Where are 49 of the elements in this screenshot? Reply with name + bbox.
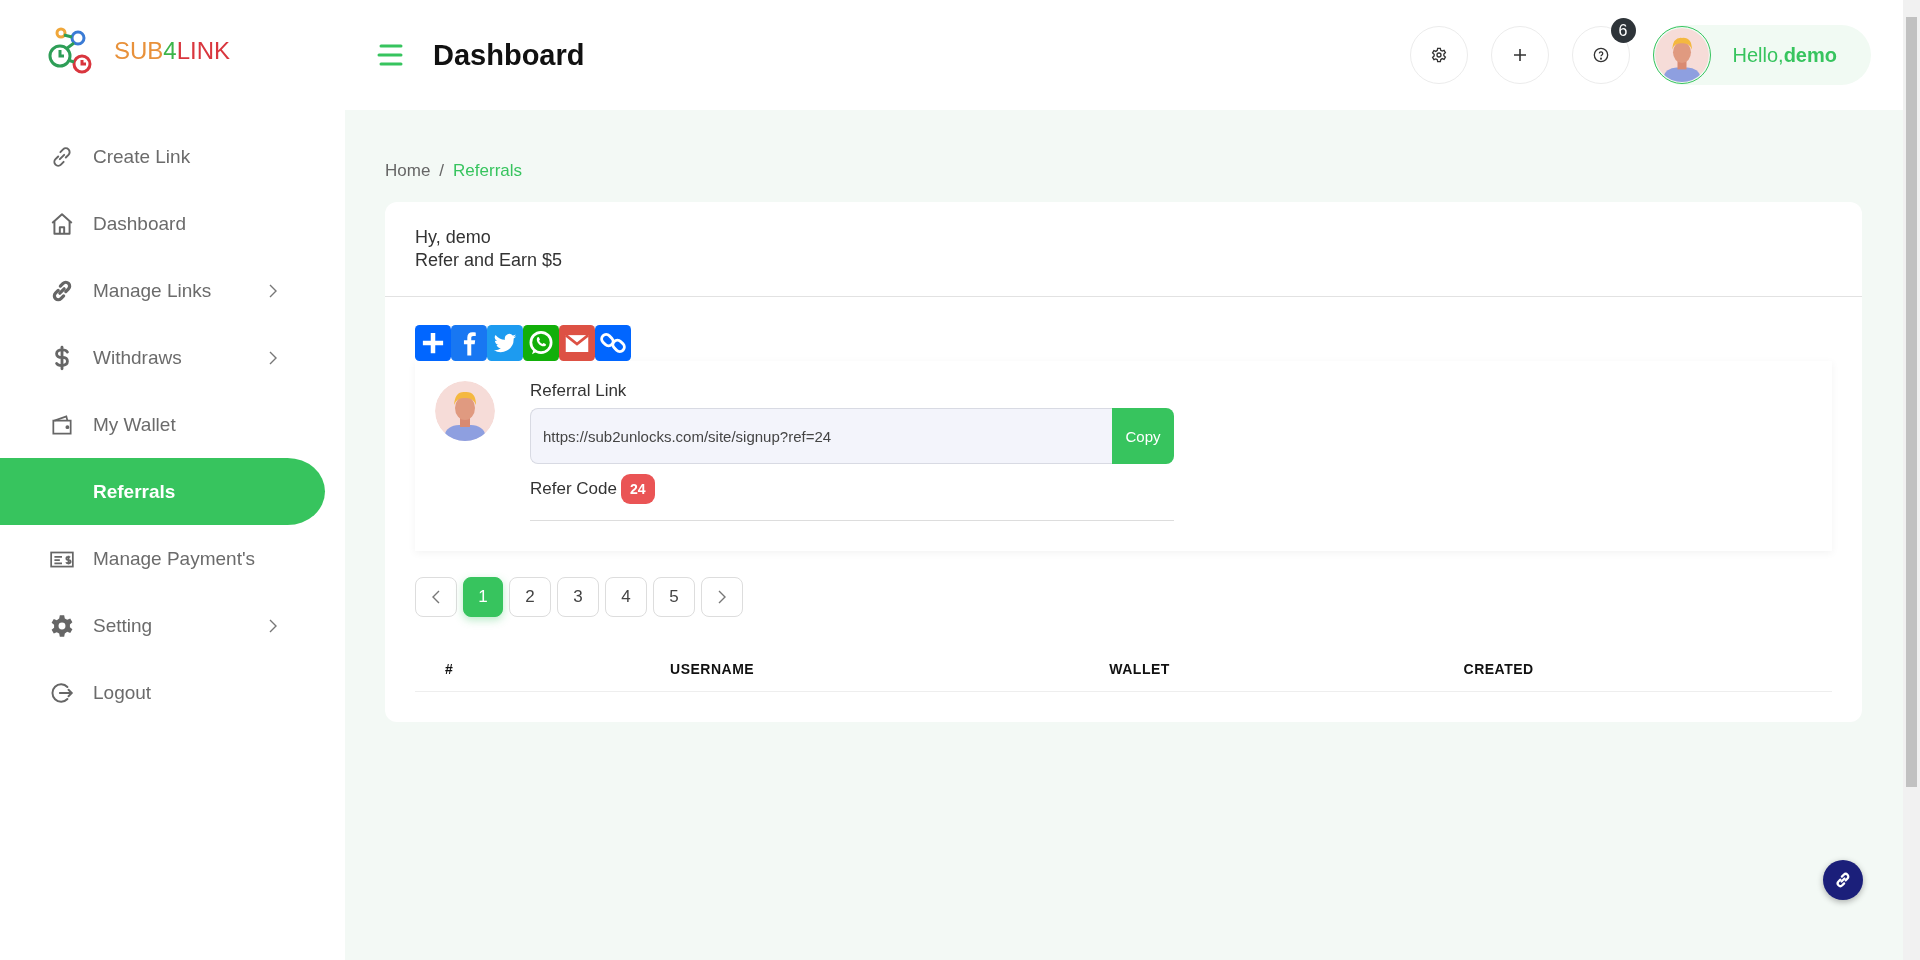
facebook-icon[interactable] <box>451 325 487 361</box>
avatar <box>1654 28 1709 82</box>
sidebar-item[interactable]: Manage Links <box>0 257 325 324</box>
breadcrumb-separator: / <box>439 161 445 181</box>
page-button[interactable]: 2 <box>509 577 551 617</box>
chevron-left-icon <box>431 590 441 604</box>
help-icon <box>1592 47 1609 63</box>
column-header: CREATED <box>1463 647 1832 692</box>
sidebar-item[interactable]: My Wallet <box>0 391 325 458</box>
page-button[interactable]: 5 <box>653 577 695 617</box>
refer-code-badge: 24 <box>620 474 655 504</box>
sidebar-item[interactable]: Create Link <box>0 123 325 190</box>
sidebar-item[interactable]: Dashboard <box>0 190 325 257</box>
menu-icon[interactable] <box>377 43 403 67</box>
link-icon <box>1834 871 1852 889</box>
chevron-right-icon <box>268 618 278 633</box>
column-header: # <box>415 647 671 692</box>
share-plus-icon[interactable] <box>415 325 451 361</box>
greeting-text: Hy, demo <box>415 226 491 249</box>
sidebar-item[interactable]: Logout <box>0 659 325 726</box>
sidebar-item[interactable]: Manage Payment's <box>0 525 325 592</box>
plus-icon <box>1512 48 1527 62</box>
whatsapp-icon[interactable] <box>523 325 559 361</box>
greeting-text: Hello,demo <box>1732 43 1837 67</box>
gear-icon <box>49 612 75 639</box>
chevron-right-icon <box>717 590 727 604</box>
notification-badge: 6 <box>1610 18 1636 43</box>
page-button[interactable]: 3 <box>557 577 599 617</box>
twitter-icon[interactable] <box>487 325 523 361</box>
page-title: Dashboard <box>433 38 585 72</box>
settings-icon <box>1430 47 1447 63</box>
breadcrumb-link[interactable]: Home <box>385 161 431 181</box>
sidebar-item[interactable]: Setting <box>0 592 325 659</box>
avatar <box>435 381 495 441</box>
card-title: Refer and Earn $5 <box>415 249 563 272</box>
column-header: USERNAME <box>670 647 1110 692</box>
logo-text: SUB4LINK <box>114 37 231 65</box>
field-label: Referral Link <box>530 381 627 401</box>
copy-link-icon[interactable] <box>595 325 631 361</box>
referral-link-field[interactable]: https://sub2unlocks.com/site/signup?ref=24 <box>530 408 1112 464</box>
page-button[interactable]: 4 <box>605 577 647 617</box>
chevron-right-icon <box>268 283 278 298</box>
field-label: Refer Code <box>530 479 617 499</box>
chevron-right-icon <box>268 350 278 365</box>
home-icon <box>49 210 75 237</box>
sidebar-item[interactable]: Withdraws <box>0 324 325 391</box>
mail-icon[interactable] <box>559 325 595 361</box>
scrollbar[interactable] <box>1906 17 1917 787</box>
column-header: WALLET <box>1109 647 1464 692</box>
